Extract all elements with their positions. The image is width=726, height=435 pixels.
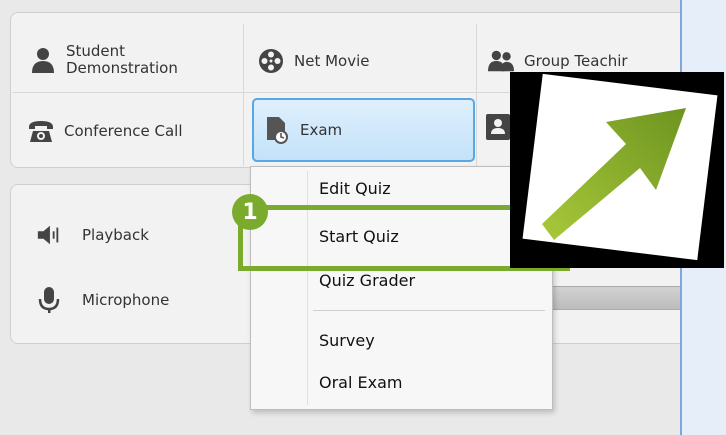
contact-card-icon[interactable] <box>486 114 510 140</box>
exam-document-icon <box>264 117 290 144</box>
step-badge: 1 <box>232 194 268 230</box>
student-demonstration-button[interactable]: Student Demonstration <box>30 34 235 86</box>
playback-label: Playback <box>82 226 149 244</box>
microphone-button[interactable]: Microphone <box>36 284 236 316</box>
exam-button[interactable]: Exam <box>252 98 475 162</box>
group-teaching-label: Group Teachir <box>524 52 628 70</box>
net-movie-button[interactable]: Net Movie <box>258 44 468 78</box>
telephone-icon <box>28 118 54 144</box>
volume-slider-track[interactable] <box>540 286 686 310</box>
microphone-icon <box>36 287 62 313</box>
exam-dropdown-menu: Edit Quiz Start Quiz Quiz Grader Survey … <box>250 166 553 410</box>
menu-item-quiz-grader[interactable]: Quiz Grader <box>319 271 415 290</box>
group-icon <box>488 48 514 74</box>
menu-separator <box>313 310 545 311</box>
net-movie-label: Net Movie <box>294 52 370 70</box>
arrow-callout <box>510 72 724 268</box>
conference-call-label: Conference Call <box>64 122 183 140</box>
exam-label: Exam <box>300 121 343 139</box>
step-number: 1 <box>242 199 258 225</box>
menu-item-oral-exam[interactable]: Oral Exam <box>319 373 402 392</box>
menu-item-edit-quiz[interactable]: Edit Quiz <box>319 179 391 198</box>
speaker-icon <box>36 222 62 248</box>
student-demonstration-label: Student Demonstration <box>66 42 178 77</box>
conference-call-button[interactable]: Conference Call <box>28 114 238 148</box>
arrow-icon <box>542 108 686 240</box>
microphone-label: Microphone <box>82 291 170 309</box>
toolbar-divider <box>476 24 477 166</box>
menu-item-survey[interactable]: Survey <box>319 331 375 350</box>
playback-button[interactable]: Playback <box>36 220 226 250</box>
toolbar-divider <box>243 24 244 166</box>
film-reel-icon <box>258 48 284 74</box>
student-icon <box>30 47 56 73</box>
